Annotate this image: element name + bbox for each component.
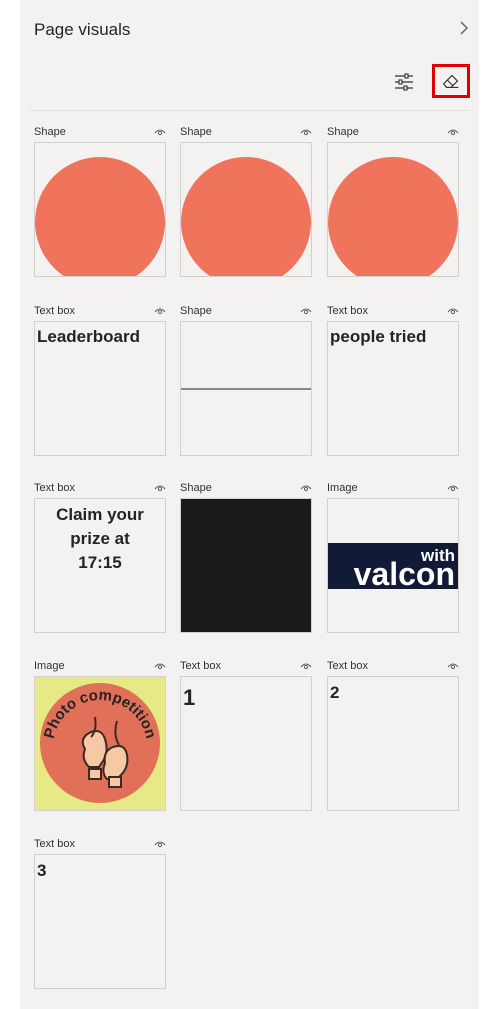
page-visuals-panel: Page visuals Shape Shape Shape Text box … [20,0,479,1009]
eye-icon[interactable] [447,482,459,494]
card-label: Text box [34,838,75,850]
card-label: Image [34,660,65,672]
visual-thumbnail[interactable] [180,498,312,633]
textbox-content: Claim your prize at 17:15 [56,505,144,572]
black-rectangle-shape [181,499,311,632]
filter-sliders-icon[interactable] [392,70,416,94]
eraser-button[interactable] [432,64,470,98]
eye-icon[interactable] [300,126,312,138]
eye-icon[interactable] [300,305,312,317]
eye-icon[interactable] [447,305,459,317]
visual-thumbnail[interactable] [180,321,312,456]
textbox-content: Leaderboard [37,327,140,346]
card-label: Text box [180,660,221,672]
line-shape [181,388,311,390]
textbox-content: 3 [37,861,47,880]
card-label: Shape [180,482,212,494]
visual-thumbnail[interactable]: with valcon [327,498,459,633]
visual-thumbnail[interactable]: 3 [34,854,166,989]
visual-thumbnail[interactable] [34,142,166,277]
visual-thumbnail[interactable]: Claim your prize at 17:15 [34,498,166,633]
visual-thumbnail[interactable]: Photo competition [34,676,166,811]
card-label: Shape [180,126,212,138]
chevron-right-icon[interactable] [456,18,472,38]
circle-shape [328,157,458,276]
logo-large-text: valcon [354,556,455,592]
eye-icon[interactable] [447,660,459,672]
eye-icon[interactable] [300,660,312,672]
toolbar-divider [30,110,470,111]
eraser-icon [442,74,459,89]
card-label: Text box [34,305,75,317]
valcon-logo-image: with valcon [328,543,458,592]
panel-title: Page visuals [34,20,131,39]
card-label: Image [327,482,358,494]
eye-icon[interactable] [154,126,166,138]
eye-icon[interactable] [300,482,312,494]
visual-thumbnail[interactable] [327,142,459,277]
visual-thumbnail[interactable]: Leaderboard [34,321,166,456]
visual-thumbnail[interactable] [180,142,312,277]
eye-icon[interactable] [154,660,166,672]
card-label: Text box [327,305,368,317]
photo-competition-logo-image: Photo competition [35,677,165,810]
textbox-content: people tried [330,327,427,346]
eye-icon[interactable] [154,838,166,850]
eye-icon[interactable] [154,305,166,317]
eye-icon[interactable] [447,126,459,138]
circle-shape [35,157,165,276]
card-label: Shape [180,305,212,317]
eye-icon[interactable] [154,482,166,494]
textbox-content: 2 [330,683,340,702]
card-label: Shape [34,126,66,138]
visual-thumbnail[interactable]: 2 [327,676,459,811]
textbox-content: 1 [183,685,196,710]
circle-shape [181,157,311,276]
card-label: Shape [327,126,359,138]
card-label: Text box [327,660,368,672]
visual-thumbnail[interactable]: people tried [327,321,459,456]
card-label: Text box [34,482,75,494]
visual-thumbnail[interactable]: 1 [180,676,312,811]
